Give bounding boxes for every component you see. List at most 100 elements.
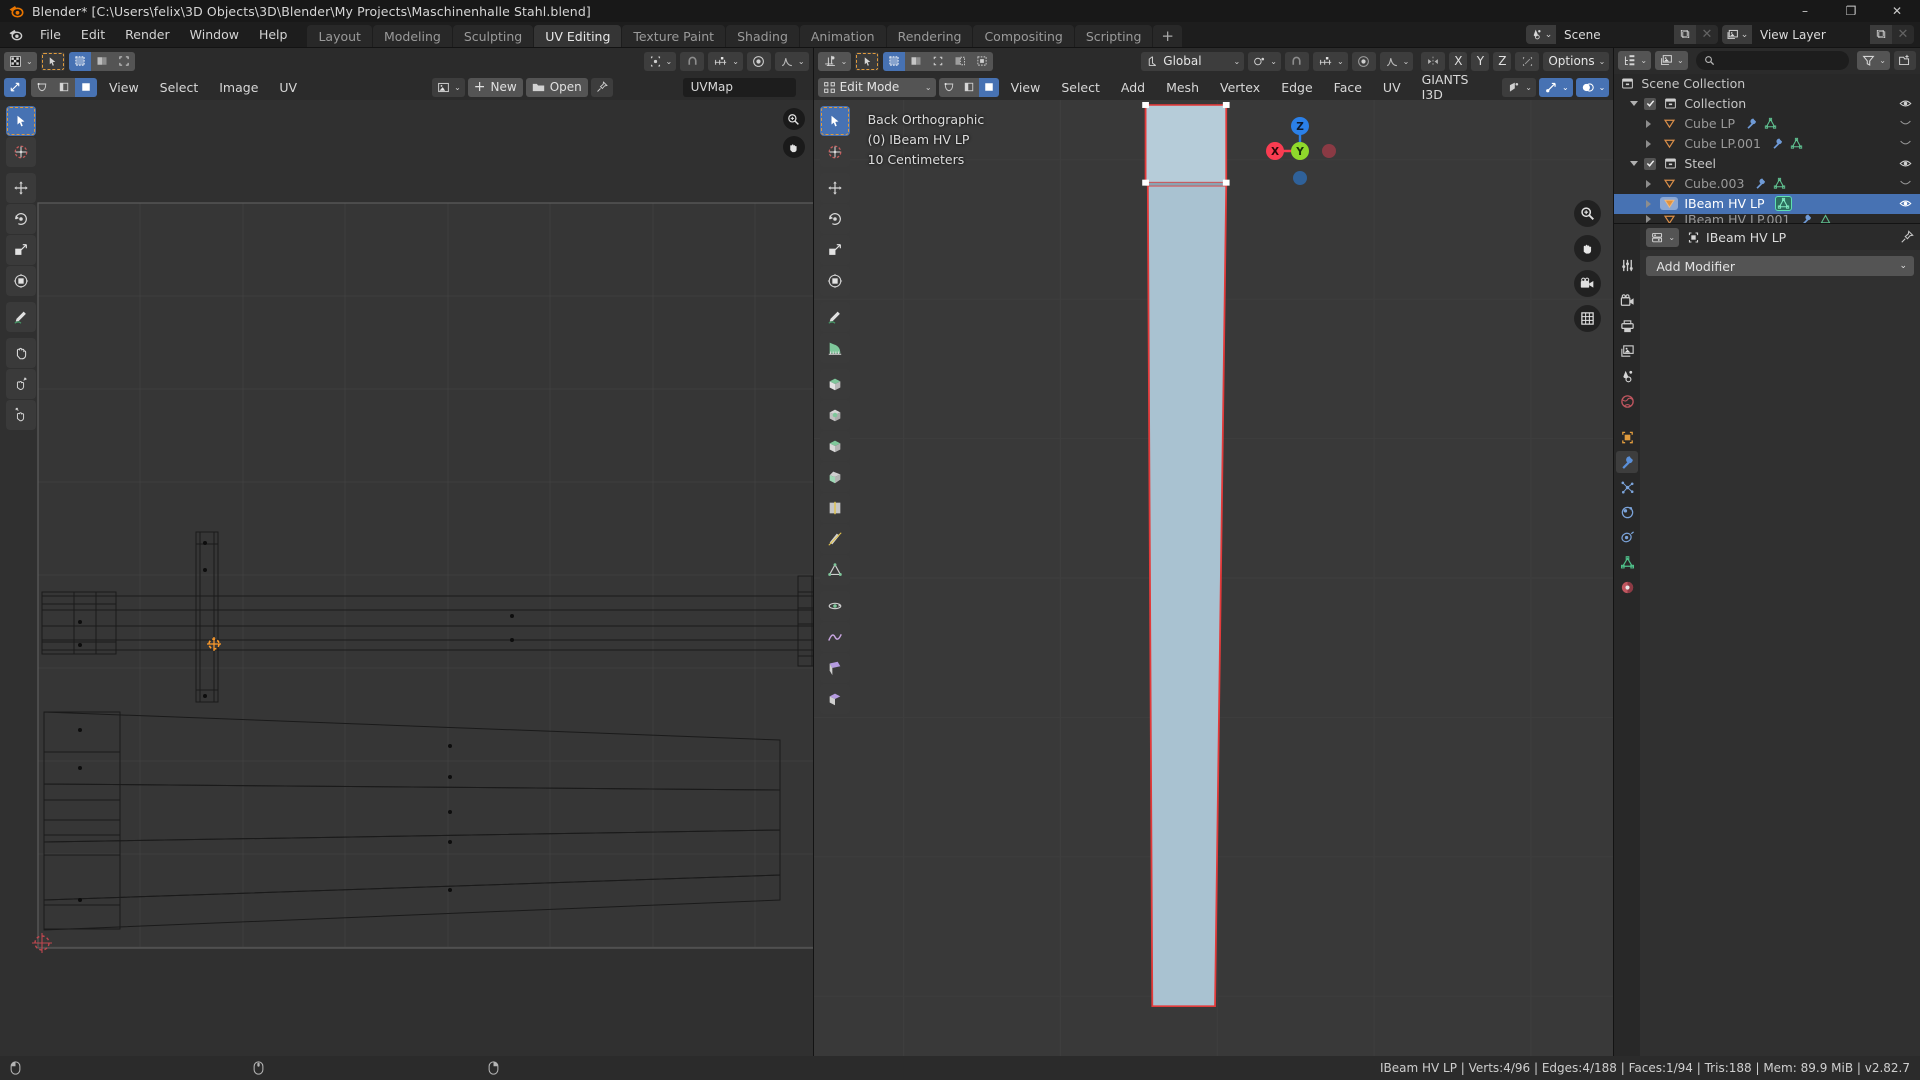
view-axis-gizmo[interactable]: Z X Y [1257, 108, 1343, 194]
scene-icon[interactable]: ⌄ [1526, 25, 1556, 44]
viewport-menu-view[interactable]: View [1002, 74, 1050, 100]
uv-edge-select-icon[interactable] [53, 77, 75, 97]
select-sticky-icon[interactable] [905, 51, 928, 71]
mesh-data-icon[interactable] [1764, 117, 1777, 130]
uv-sync-select-icon[interactable] [112, 51, 135, 71]
uv-zoom-icon[interactable] [782, 108, 805, 130]
viewport-tweak-tool-indicator[interactable] [855, 51, 880, 71]
menu-render[interactable]: Render [115, 22, 180, 47]
expand-triangle-icon[interactable] [1646, 119, 1652, 128]
uv-select-mode-group[interactable] [68, 51, 135, 71]
properties-tab-output[interactable] [1616, 315, 1638, 337]
collection-checkbox[interactable] [1644, 157, 1657, 170]
view-layer-selector[interactable]: ⌄ View Layer ⧉ ✕ [1722, 25, 1914, 44]
viewport-menu-face[interactable]: Face [1325, 74, 1371, 100]
vp-tool-cursor[interactable] [819, 137, 850, 167]
tab-shading[interactable]: Shading [726, 25, 799, 47]
expand-triangle-icon[interactable] [1630, 101, 1639, 107]
uv-menu-view[interactable]: View [100, 74, 148, 100]
view-layer-name[interactable]: View Layer [1752, 25, 1870, 44]
mesh-data-icon[interactable] [1819, 214, 1832, 223]
viewport-select-mode-group[interactable] [883, 51, 994, 71]
new-scene-button[interactable]: ⧉ [1674, 25, 1696, 44]
uv-tool-transform[interactable] [6, 266, 36, 296]
uv-tool-move[interactable] [6, 173, 36, 203]
close-button[interactable]: ✕ [1874, 0, 1920, 22]
uv-select-box-icon[interactable] [68, 51, 91, 71]
collection-checkbox[interactable] [1644, 97, 1657, 110]
mesh-select-mode-group[interactable] [938, 77, 999, 97]
outliner-search-input[interactable] [1695, 51, 1850, 71]
properties-tab-scene[interactable] [1616, 365, 1638, 387]
viewport-menu-vertex[interactable]: Vertex [1211, 74, 1269, 100]
viewport-editor-type-dropdown[interactable]: ⌄ [817, 51, 852, 71]
tab-uv-editing[interactable]: UV Editing [534, 25, 622, 47]
uv-proportional-edit-toggle[interactable] [746, 51, 771, 71]
tab-animation[interactable]: Animation [799, 25, 886, 47]
expand-triangle-icon[interactable] [1630, 161, 1639, 167]
uv-snap-target-dropdown[interactable]: ⌄ [708, 51, 743, 71]
tab-rendering[interactable]: Rendering [886, 25, 973, 47]
remove-view-layer-button[interactable]: ✕ [1892, 25, 1914, 44]
vp-tool-loop-cut[interactable] [819, 493, 850, 523]
object-visibility-dropdown[interactable]: ⌄ [1502, 77, 1536, 97]
vp-tool-add-cube[interactable] [819, 369, 850, 399]
visibility-eye-icon[interactable] [1899, 154, 1912, 174]
vp-tool-transform[interactable] [819, 266, 850, 296]
tab-texture-paint[interactable]: Texture Paint [622, 25, 726, 47]
scene-selector[interactable]: ⌄ Scene ⧉ ✕ [1526, 25, 1718, 44]
properties-tab-material[interactable] [1616, 576, 1638, 598]
menu-window[interactable]: Window [180, 22, 249, 47]
uv-snap-magnet-toggle[interactable] [680, 51, 705, 71]
uv-vertex-select-icon[interactable] [31, 77, 53, 97]
remove-scene-button[interactable]: ✕ [1696, 25, 1718, 44]
vp-tool-move[interactable] [819, 173, 850, 203]
properties-tab-tool[interactable] [1616, 254, 1638, 276]
mirror-z-toggle[interactable]: Z [1493, 51, 1512, 71]
uv-mirror-toggle[interactable] [1515, 51, 1540, 71]
expand-triangle-icon[interactable] [1646, 199, 1652, 208]
uv-tool-pinch[interactable] [6, 400, 36, 430]
vp-tool-edge-slide[interactable] [819, 653, 850, 683]
vp-tool-measure[interactable] [819, 333, 850, 363]
properties-tab-object[interactable] [1616, 426, 1638, 448]
vp-tool-shrink-fatten[interactable] [819, 684, 850, 714]
expand-triangle-icon[interactable] [1646, 179, 1652, 188]
viewport-menu-mesh[interactable]: Mesh [1157, 74, 1208, 100]
uv-image-browse-dropdown[interactable]: ⌄ [432, 77, 465, 97]
zoom-icon[interactable] [1574, 200, 1602, 227]
mesh-data-icon[interactable] [1773, 177, 1786, 190]
properties-tab-modifier[interactable] [1616, 451, 1639, 473]
uv-tool-grab[interactable] [6, 338, 36, 368]
new-view-layer-button[interactable]: ⧉ [1870, 25, 1892, 44]
ortho-persp-toggle-icon[interactable] [1574, 305, 1602, 332]
vp-tool-inset-faces[interactable] [819, 431, 850, 461]
tab-scripting[interactable]: Scripting [1074, 25, 1153, 47]
properties-tab-render[interactable] [1616, 290, 1638, 312]
properties-tab-object-data[interactable] [1616, 551, 1638, 573]
uv-menu-select[interactable]: Select [151, 74, 208, 100]
mesh-data-icon[interactable] [1790, 137, 1803, 150]
new-image-button[interactable]: + New [467, 77, 523, 97]
menu-help[interactable]: Help [249, 22, 298, 47]
viewport-menu-edge[interactable]: Edge [1272, 74, 1321, 100]
outliner-row-cube-lp[interactable]: Cube LP [1614, 114, 1920, 134]
modifier-icon[interactable] [1771, 137, 1784, 150]
properties-pin-icon[interactable] [1900, 230, 1914, 244]
uv-tool-rotate[interactable] [6, 204, 36, 234]
mirror-x-toggle[interactable]: X [1449, 51, 1468, 71]
menu-file[interactable]: File [30, 22, 71, 47]
vp-tool-tweak[interactable] [819, 106, 850, 136]
properties-editor-type-dropdown[interactable]: ⌄ [1646, 227, 1680, 247]
face-select-icon[interactable] [978, 77, 999, 97]
select-lasso-icon[interactable] [927, 51, 950, 71]
menu-edit[interactable]: Edit [71, 22, 115, 47]
open-image-button[interactable]: Open [525, 77, 588, 97]
uv-menu-image[interactable]: Image [210, 74, 267, 100]
uv-tool-scale[interactable] [6, 235, 36, 265]
visibility-eye-icon[interactable] [1899, 194, 1912, 214]
uvmap-field[interactable]: UVMap [682, 77, 796, 97]
outliner-row-cube-lp-001[interactable]: Cube LP.001 [1614, 134, 1920, 154]
transform-orientation-dropdown[interactable]: Global ⌄ [1141, 51, 1245, 71]
viewport-canvas[interactable]: Back Orthographic (0) IBeam HV LP 10 Cen… [813, 100, 1614, 1056]
